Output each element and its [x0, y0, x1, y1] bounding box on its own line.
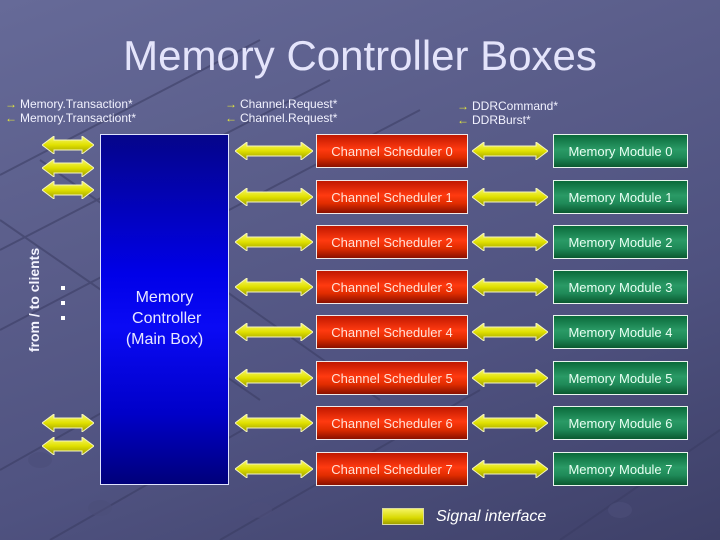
- controller-scheduler-arrow-icon: [234, 322, 314, 342]
- client-signal-arrow-icon: [41, 413, 95, 433]
- client-in-signal: Memory.Transactiont*: [20, 111, 137, 125]
- arrow-left-icon: ←: [457, 113, 469, 127]
- controller-scheduler-arrow-icon: [234, 187, 314, 207]
- client-signal-arrow-icon: [41, 180, 95, 200]
- channel-scheduler-box: Channel Scheduler 4: [316, 315, 468, 349]
- memory-module-box: Memory Module 0: [553, 134, 688, 168]
- arrow-left-icon: ←: [5, 111, 17, 125]
- scheduler-module-arrow-icon: [471, 413, 549, 433]
- main-box-label: Memory Controller (Main Box): [125, 289, 204, 348]
- scheduler-module-arrow-icon: [471, 368, 549, 388]
- controller-scheduler-arrow-icon: [234, 413, 314, 433]
- client-signal-arrow-icon: [41, 436, 95, 456]
- channel-signal-labels: → Channel.Request* ← Channel.Request*: [225, 97, 337, 125]
- clients-label: from / to clients: [26, 247, 42, 353]
- channel-scheduler-box: Channel Scheduler 2: [316, 225, 468, 259]
- channel-scheduler-box: Channel Scheduler 0: [316, 134, 468, 168]
- channel-out-signal: Channel.Request*: [240, 97, 338, 111]
- arrow-right-icon: →: [5, 97, 17, 111]
- channel-scheduler-box: Channel Scheduler 6: [316, 406, 468, 440]
- scheduler-module-arrow-icon: [471, 459, 549, 479]
- ddr-in-signal: DDRBurst*: [472, 113, 531, 127]
- ddr-out-signal: DDRCommand*: [472, 99, 559, 113]
- legend-label: Signal interface: [436, 508, 547, 525]
- memory-module-box: Memory Module 5: [553, 361, 688, 395]
- controller-scheduler-arrow-icon: [234, 141, 314, 161]
- clients-ellipsis: [61, 286, 67, 331]
- scheduler-module-arrow-icon: [471, 322, 549, 342]
- client-signal-arrow-icon: [41, 158, 95, 178]
- channel-in-signal: Channel.Request*: [240, 111, 338, 125]
- scheduler-module-arrow-icon: [471, 232, 549, 252]
- memory-module-box: Memory Module 6: [553, 406, 688, 440]
- memory-controller-main-box: Memory Controller (Main Box): [100, 134, 229, 485]
- controller-scheduler-arrow-icon: [234, 368, 314, 388]
- scheduler-module-arrow-icon: [471, 277, 549, 297]
- scheduler-module-arrow-icon: [471, 187, 549, 207]
- arrow-left-icon: ←: [225, 111, 237, 125]
- arrow-right-icon: →: [457, 99, 469, 113]
- slide-title: Memory Controller Boxes: [123, 32, 597, 79]
- arrow-right-icon: →: [225, 97, 237, 111]
- channel-scheduler-box: Channel Scheduler 1: [316, 180, 468, 214]
- client-signal-labels: → Memory.Transaction* ← Memory.Transaction…: [5, 97, 136, 125]
- channel-scheduler-box: Channel Scheduler 7: [316, 452, 468, 486]
- ddr-signal-labels: → DDRCommand* ← DDRBurst*: [457, 99, 558, 127]
- scheduler-module-arrow-icon: [471, 141, 549, 161]
- legend-swatch-signal-interface: [382, 508, 424, 525]
- memory-module-box: Memory Module 2: [553, 225, 688, 259]
- controller-scheduler-arrow-icon: [234, 459, 314, 479]
- memory-module-box: Memory Module 4: [553, 315, 688, 349]
- client-signal-arrow-icon: [41, 135, 95, 155]
- controller-scheduler-arrow-icon: [234, 232, 314, 252]
- channel-scheduler-box: Channel Scheduler 3: [316, 270, 468, 304]
- client-out-signal: Memory.Transaction*: [20, 97, 133, 111]
- memory-module-box: Memory Module 7: [553, 452, 688, 486]
- channel-scheduler-box: Channel Scheduler 5: [316, 361, 468, 395]
- memory-module-box: Memory Module 3: [553, 270, 688, 304]
- controller-scheduler-arrow-icon: [234, 277, 314, 297]
- memory-module-box: Memory Module 1: [553, 180, 688, 214]
